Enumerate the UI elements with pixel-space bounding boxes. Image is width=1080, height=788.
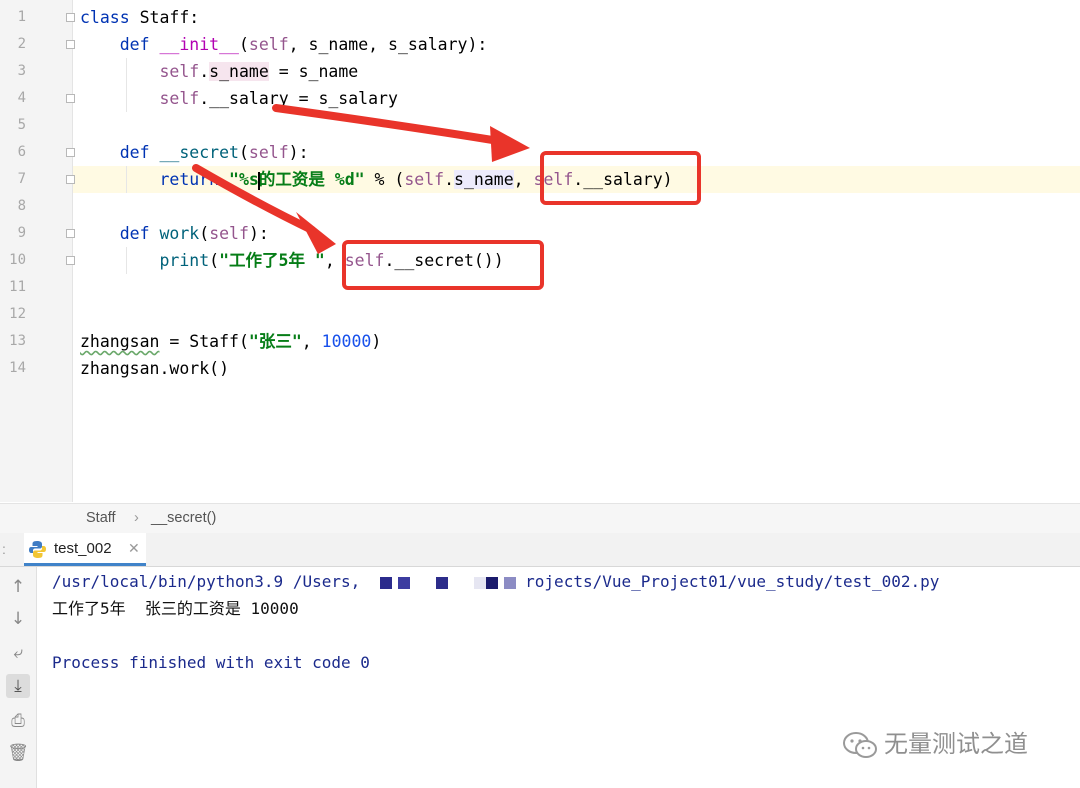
arrow-to-secret — [192, 164, 316, 234]
redacted-block — [485, 576, 498, 589]
arrow-up-icon[interactable]: ↑ — [6, 575, 30, 599]
print-icon[interactable]: ⎙ — [6, 709, 30, 733]
command-path-start: /usr/local/bin/python3.9 /Users, — [52, 572, 361, 591]
redacted-block — [435, 576, 448, 589]
arrow-down-icon[interactable]: ↓ — [6, 607, 30, 631]
run-tabs-bar: : test_002 ✕ — [0, 533, 1080, 567]
redacted-gap — [447, 576, 474, 589]
arrow-to-salary — [272, 104, 509, 146]
breadcrumb-separator: › — [134, 510, 139, 526]
console-output[interactable]: /usr/local/bin/python3.9 /Users, rojects… — [52, 568, 939, 676]
arrowhead-icon — [296, 212, 336, 254]
redacted-block — [503, 576, 516, 589]
wechat-icon — [843, 732, 877, 758]
scroll-to-end-icon[interactable]: ⤓ — [6, 674, 30, 698]
breadcrumb-item-class[interactable]: Staff — [86, 510, 116, 526]
console-command-line: /usr/local/bin/python3.9 /Users, rojects… — [52, 568, 939, 595]
annotation-arrows — [192, 104, 530, 254]
console-program-output: 工作了5年 张三的工资是 10000 — [52, 599, 299, 618]
redacted-block — [397, 576, 410, 589]
soft-wrap-icon[interactable]: ⤶ — [6, 641, 30, 665]
close-icon[interactable]: ✕ — [128, 540, 140, 557]
watermark-text: 无量测试之道 — [884, 730, 1028, 758]
breadcrumb-item-method[interactable]: __secret() — [151, 510, 216, 526]
redacted-block — [473, 576, 486, 589]
tab-bar-edge: : — [2, 541, 6, 557]
redacted-block — [379, 576, 392, 589]
tab-label: test_002 — [54, 540, 112, 557]
breadcrumb: Staff › __secret() — [0, 503, 1080, 534]
arrowhead-icon — [490, 126, 530, 162]
command-path-end: rojects/Vue_Project01/vue_study/test_002… — [525, 572, 940, 591]
watermark: 无量测试之道 — [842, 724, 1028, 759]
trash-icon[interactable]: 🗑 — [6, 741, 30, 765]
redacted-gap — [409, 576, 436, 589]
console-toolbar: ↑ ↓ ⤶ ⤓ ⎙ 🗑 — [0, 567, 37, 788]
python-icon — [29, 541, 46, 558]
console-exit-message: Process finished with exit code 0 — [52, 653, 370, 672]
tab-test-002[interactable]: test_002 ✕ — [24, 533, 146, 566]
